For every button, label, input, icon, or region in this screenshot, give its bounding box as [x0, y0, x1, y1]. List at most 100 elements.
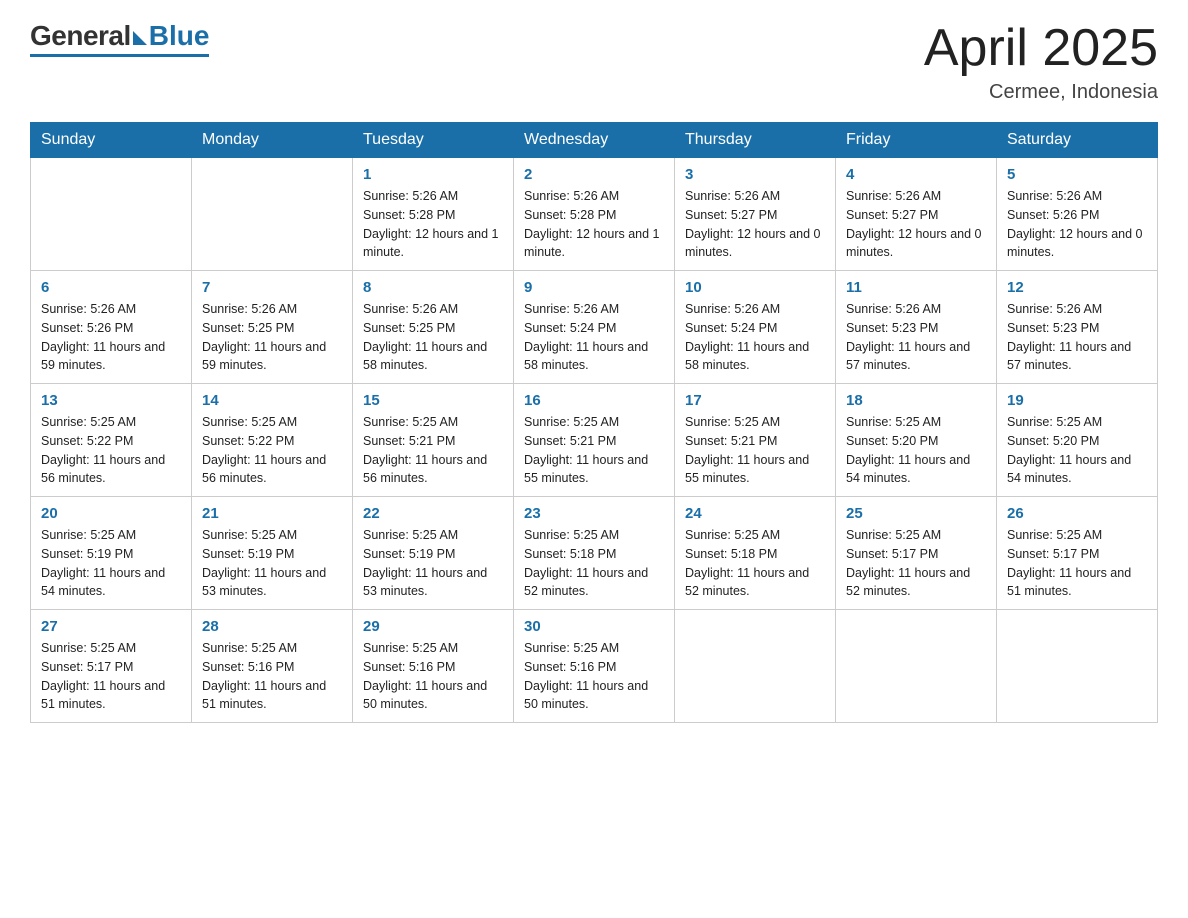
- calendar-cell: 25 Sunrise: 5:25 AM Sunset: 5:17 PM Dayli…: [836, 497, 997, 610]
- day-number: 11: [846, 279, 986, 296]
- calendar-cell: 5 Sunrise: 5:26 AM Sunset: 5:26 PM Daylig…: [997, 158, 1158, 271]
- logo-arrow-icon: [133, 31, 147, 45]
- day-info: Sunrise: 5:26 AM Sunset: 5:23 PM Dayligh…: [846, 300, 986, 375]
- day-info: Sunrise: 5:26 AM Sunset: 5:24 PM Dayligh…: [524, 300, 664, 375]
- day-info: Sunrise: 5:26 AM Sunset: 5:28 PM Dayligh…: [363, 187, 503, 262]
- calendar-cell: [192, 158, 353, 271]
- day-info: Sunrise: 5:25 AM Sunset: 5:19 PM Dayligh…: [202, 526, 342, 601]
- calendar-cell: 16Sunrise: 5:25 AM Sunset: 5:21 PM Dayli…: [514, 384, 675, 497]
- calendar-cell: 21Sunrise: 5:25 AM Sunset: 5:19 PM Dayli…: [192, 497, 353, 610]
- day-info: Sunrise: 5:25 AM Sunset: 5:17 PM Dayligh…: [41, 639, 181, 714]
- day-info: Sunrise: 5:25 AM Sunset: 5:20 PM Dayligh…: [846, 413, 986, 488]
- day-info: Sunrise: 5:26 AM Sunset: 5:26 PM Dayligh…: [1007, 187, 1147, 262]
- calendar-cell: 18 Sunrise: 5:25 AM Sunset: 5:20 PM Dayli…: [836, 384, 997, 497]
- day-number: 15: [363, 392, 503, 409]
- calendar-cell: [997, 610, 1158, 723]
- day-info: Sunrise: 5:26 AM Sunset: 5:25 PM Dayligh…: [202, 300, 342, 375]
- day-info: Sunrise: 5:25 AM Sunset: 5:16 PM Dayligh…: [202, 639, 342, 714]
- page-title: April 2025: [924, 20, 1158, 77]
- logo-general-text: General: [30, 20, 131, 52]
- calendar-week-row: 27 Sunrise: 5:25 AM Sunset: 5:17 PM Dayli…: [31, 610, 1158, 723]
- day-number: 19: [1007, 392, 1147, 409]
- calendar-cell: 29 Sunrise: 5:25 AM Sunset: 5:16 PM Dayli…: [353, 610, 514, 723]
- day-number: 12: [1007, 279, 1147, 296]
- day-info: Sunrise: 5:25 AM Sunset: 5:20 PM Dayligh…: [1007, 413, 1147, 488]
- calendar-cell: 20Sunrise: 5:25 AM Sunset: 5:19 PM Dayli…: [31, 497, 192, 610]
- day-number: 13: [41, 392, 181, 409]
- day-number: 25: [846, 505, 986, 522]
- day-number: 23: [524, 505, 664, 522]
- day-info: Sunrise: 5:26 AM Sunset: 5:27 PM Dayligh…: [846, 187, 986, 262]
- day-info: Sunrise: 5:25 AM Sunset: 5:21 PM Dayligh…: [363, 413, 503, 488]
- day-number: 24: [685, 505, 825, 522]
- calendar-cell: 12 Sunrise: 5:26 AM Sunset: 5:23 PM Dayli…: [997, 271, 1158, 384]
- logo-blue-text: Blue: [149, 20, 210, 52]
- calendar-header-row: SundayMondayTuesdayWednesdayThursdayFrid…: [31, 123, 1158, 158]
- day-number: 16: [524, 392, 664, 409]
- day-info: Sunrise: 5:25 AM Sunset: 5:22 PM Dayligh…: [202, 413, 342, 488]
- day-info: Sunrise: 5:26 AM Sunset: 5:26 PM Dayligh…: [41, 300, 181, 375]
- calendar-table: SundayMondayTuesdayWednesdayThursdayFrid…: [30, 122, 1158, 723]
- calendar-cell: 22Sunrise: 5:25 AM Sunset: 5:19 PM Dayli…: [353, 497, 514, 610]
- calendar-cell: 10 Sunrise: 5:26 AM Sunset: 5:24 PM Dayli…: [675, 271, 836, 384]
- day-number: 17: [685, 392, 825, 409]
- column-header-saturday: Saturday: [997, 123, 1158, 158]
- column-header-monday: Monday: [192, 123, 353, 158]
- day-number: 10: [685, 279, 825, 296]
- day-number: 6: [41, 279, 181, 296]
- day-info: Sunrise: 5:25 AM Sunset: 5:17 PM Dayligh…: [846, 526, 986, 601]
- column-header-tuesday: Tuesday: [353, 123, 514, 158]
- calendar-cell: 3Sunrise: 5:26 AM Sunset: 5:27 PM Daylig…: [675, 158, 836, 271]
- day-number: 20: [41, 505, 181, 522]
- day-number: 3: [685, 166, 825, 183]
- calendar-cell: [675, 610, 836, 723]
- day-number: 8: [363, 279, 503, 296]
- day-number: 27: [41, 618, 181, 635]
- day-number: 7: [202, 279, 342, 296]
- day-info: Sunrise: 5:26 AM Sunset: 5:23 PM Dayligh…: [1007, 300, 1147, 375]
- day-number: 14: [202, 392, 342, 409]
- column-header-wednesday: Wednesday: [514, 123, 675, 158]
- page-subtitle: Cermee, Indonesia: [924, 81, 1158, 104]
- calendar-cell: [31, 158, 192, 271]
- calendar-week-row: 13 Sunrise: 5:25 AM Sunset: 5:22 PM Dayli…: [31, 384, 1158, 497]
- calendar-cell: 27 Sunrise: 5:25 AM Sunset: 5:17 PM Dayli…: [31, 610, 192, 723]
- day-number: 30: [524, 618, 664, 635]
- calendar-cell: 13 Sunrise: 5:25 AM Sunset: 5:22 PM Dayli…: [31, 384, 192, 497]
- calendar-cell: 15 Sunrise: 5:25 AM Sunset: 5:21 PM Dayli…: [353, 384, 514, 497]
- calendar-cell: 9 Sunrise: 5:26 AM Sunset: 5:24 PM Daylig…: [514, 271, 675, 384]
- day-number: 22: [363, 505, 503, 522]
- calendar-cell: 17 Sunrise: 5:25 AM Sunset: 5:21 PM Dayli…: [675, 384, 836, 497]
- calendar-cell: 6 Sunrise: 5:26 AM Sunset: 5:26 PM Daylig…: [31, 271, 192, 384]
- day-number: 26: [1007, 505, 1147, 522]
- day-number: 29: [363, 618, 503, 635]
- calendar-cell: 4 Sunrise: 5:26 AM Sunset: 5:27 PM Daylig…: [836, 158, 997, 271]
- day-info: Sunrise: 5:26 AM Sunset: 5:24 PM Dayligh…: [685, 300, 825, 375]
- calendar-week-row: 1 Sunrise: 5:26 AM Sunset: 5:28 PM Daylig…: [31, 158, 1158, 271]
- day-info: Sunrise: 5:25 AM Sunset: 5:18 PM Dayligh…: [524, 526, 664, 601]
- day-info: Sunrise: 5:25 AM Sunset: 5:18 PM Dayligh…: [685, 526, 825, 601]
- day-number: 28: [202, 618, 342, 635]
- day-info: Sunrise: 5:26 AM Sunset: 5:25 PM Dayligh…: [363, 300, 503, 375]
- day-number: 5: [1007, 166, 1147, 183]
- day-number: 1: [363, 166, 503, 183]
- day-info: Sunrise: 5:25 AM Sunset: 5:22 PM Dayligh…: [41, 413, 181, 488]
- day-info: Sunrise: 5:25 AM Sunset: 5:16 PM Dayligh…: [524, 639, 664, 714]
- title-area: April 2025 Cermee, Indonesia: [924, 20, 1158, 104]
- calendar-cell: 19 Sunrise: 5:25 AM Sunset: 5:20 PM Dayli…: [997, 384, 1158, 497]
- calendar-cell: 26 Sunrise: 5:25 AM Sunset: 5:17 PM Dayli…: [997, 497, 1158, 610]
- day-number: 2: [524, 166, 664, 183]
- column-header-thursday: Thursday: [675, 123, 836, 158]
- calendar-cell: 2Sunrise: 5:26 AM Sunset: 5:28 PM Daylig…: [514, 158, 675, 271]
- calendar-cell: 24 Sunrise: 5:25 AM Sunset: 5:18 PM Dayli…: [675, 497, 836, 610]
- day-number: 4: [846, 166, 986, 183]
- day-info: Sunrise: 5:25 AM Sunset: 5:21 PM Dayligh…: [685, 413, 825, 488]
- day-number: 18: [846, 392, 986, 409]
- day-info: Sunrise: 5:25 AM Sunset: 5:16 PM Dayligh…: [363, 639, 503, 714]
- day-number: 9: [524, 279, 664, 296]
- logo: General Blue: [30, 20, 209, 57]
- calendar-cell: 8 Sunrise: 5:26 AM Sunset: 5:25 PM Daylig…: [353, 271, 514, 384]
- day-info: Sunrise: 5:25 AM Sunset: 5:17 PM Dayligh…: [1007, 526, 1147, 601]
- calendar-cell: 7 Sunrise: 5:26 AM Sunset: 5:25 PM Daylig…: [192, 271, 353, 384]
- calendar-week-row: 6 Sunrise: 5:26 AM Sunset: 5:26 PM Daylig…: [31, 271, 1158, 384]
